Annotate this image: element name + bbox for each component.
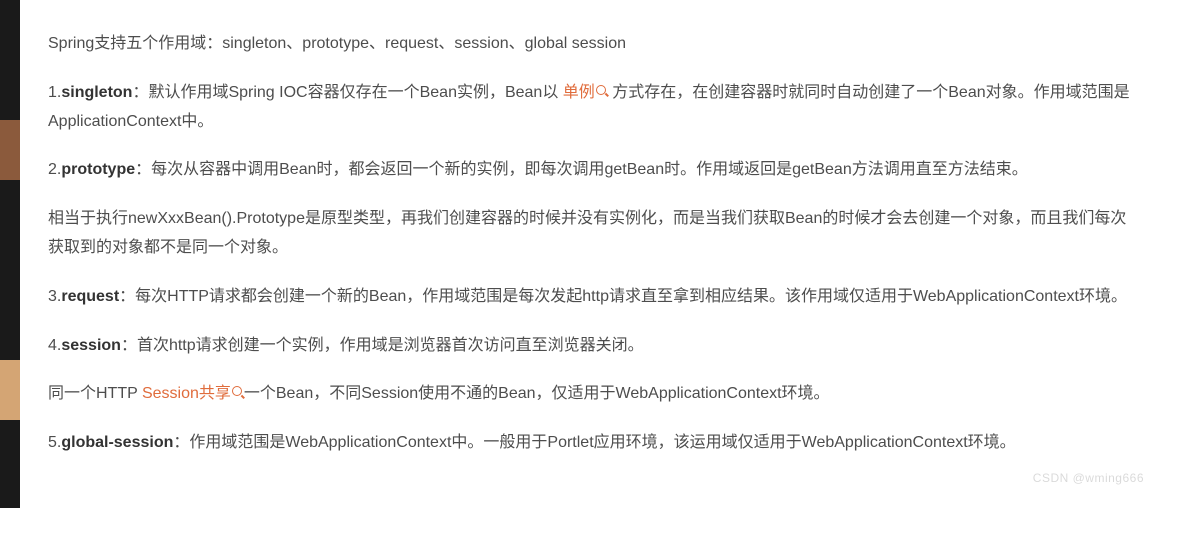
item-term: singleton [61, 84, 132, 101]
left-margin-decoration [0, 0, 20, 508]
item-number: 3. [48, 288, 61, 305]
item-term: prototype [61, 161, 135, 178]
item-term: global-session [61, 434, 173, 451]
search-icon[interactable] [232, 386, 244, 398]
item-prototype-extra: 相当于执行newXxxBean().Prototype是原型类型，再我们创建容器… [48, 205, 1136, 263]
item-request: 3.request：每次HTTP请求都会创建一个新的Bean，作用域范围是每次发… [48, 283, 1136, 312]
session-share-link[interactable]: Session共享 [142, 385, 231, 402]
item-term: request [61, 288, 119, 305]
item-text: ：作用域范围是WebApplicationContext中。一般用于Portle… [173, 434, 1015, 451]
item-number: 4. [48, 337, 61, 354]
item-term: session [61, 337, 121, 354]
item-text-pre: ：默认作用域Spring IOC容器仅存在一个Bean实例，Bean以 [132, 84, 562, 101]
item-global-session: 5.global-session：作用域范围是WebApplicationCon… [48, 429, 1136, 458]
session-extra-pre: 同一个HTTP [48, 385, 142, 402]
item-text: ：每次从容器中调用Bean时，都会返回一个新的实例，即每次调用getBean时。… [135, 161, 1028, 178]
session-extra-post: 一个Bean，不同Session使用不通的Bean，仅适用于WebApplica… [244, 385, 830, 402]
item-number: 5. [48, 434, 61, 451]
search-icon[interactable] [596, 85, 608, 97]
item-number: 1. [48, 84, 61, 101]
singleton-link[interactable]: 单例 [563, 84, 595, 101]
item-session: 4.session：首次http请求创建一个实例，作用域是浏览器首次访问直至浏览… [48, 332, 1136, 361]
item-singleton: 1.singleton：默认作用域Spring IOC容器仅存在一个Bean实例… [48, 79, 1136, 137]
item-session-extra: 同一个HTTP Session共享一个Bean，不同Session使用不通的Be… [48, 380, 1136, 409]
watermark: CSDN @wming666 [1033, 468, 1144, 490]
item-prototype: 2.prototype：每次从容器中调用Bean时，都会返回一个新的实例，即每次… [48, 156, 1136, 185]
item-text: ：首次http请求创建一个实例，作用域是浏览器首次访问直至浏览器关闭。 [121, 337, 644, 354]
intro-text: Spring支持五个作用域：singleton、prototype、reques… [48, 30, 1136, 59]
item-text: ：每次HTTP请求都会创建一个新的Bean，作用域范围是每次发起http请求直至… [119, 288, 1127, 305]
item-number: 2. [48, 161, 61, 178]
